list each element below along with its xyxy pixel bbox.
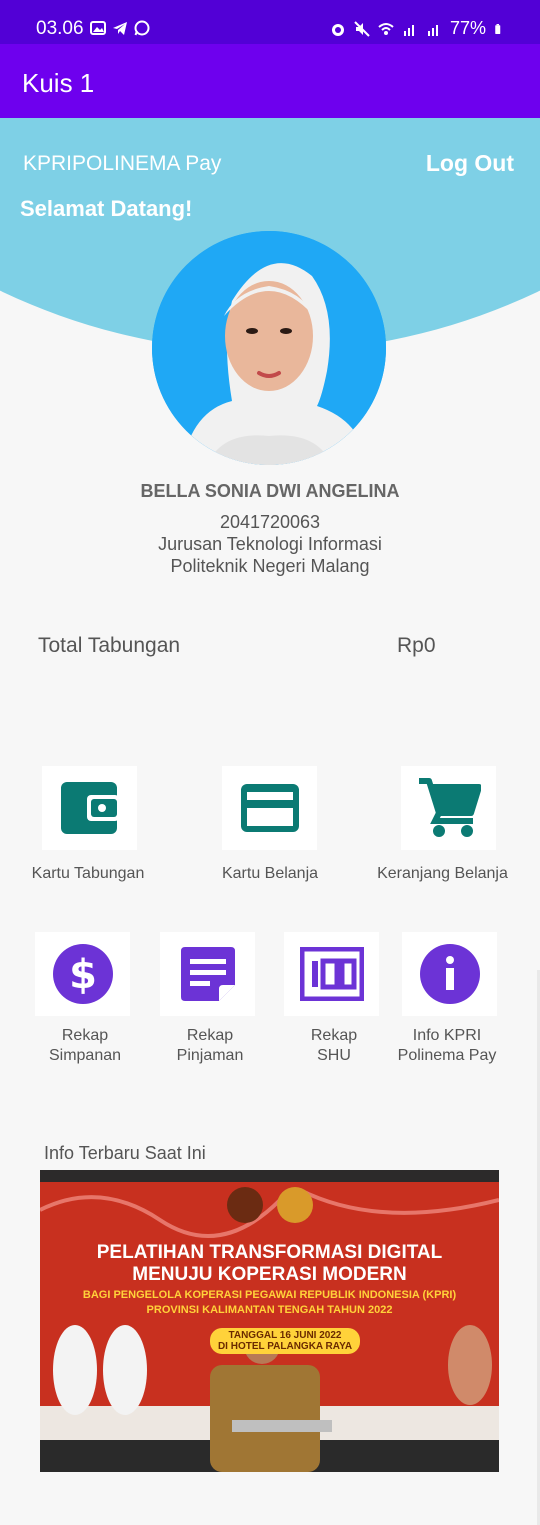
shopping-card-button[interactable] [222, 766, 317, 850]
total-savings-label: Total Tabungan [38, 634, 181, 657]
shopping-card-label: Kartu Belanja [221, 865, 319, 882]
banner-title-line1: PELATIHAN TRANSFORMASI DIGITAL [96, 1242, 443, 1263]
shu-recap-line2: SHU [317, 1047, 351, 1064]
app-bar: Kuis 1 [0, 44, 540, 118]
whatsapp-icon [134, 20, 150, 36]
shopping-cart-button[interactable] [401, 766, 496, 850]
brand-label: KPRIPOLINEMA Pay [23, 152, 222, 175]
banner-title-line2: MENUJU KOPERASI MODERN [132, 1264, 407, 1285]
shu-recap-line1: Rekap [310, 1027, 358, 1044]
savings-card-label: Kartu Tabungan [31, 865, 145, 882]
banner-venue: DI HOTEL PALANGKA RAYA [217, 1341, 353, 1352]
mute-icon [354, 20, 370, 37]
loan-recap-line2: Pinjaman [176, 1047, 244, 1064]
profile-university: Politeknik Negeri Malang [170, 556, 370, 576]
dollar-icon: $ [52, 944, 113, 1004]
gallery-icon [90, 21, 106, 35]
status-time: 03.06 [36, 18, 84, 39]
banner-background [40, 1170, 499, 1472]
savings-card-button[interactable] [42, 766, 137, 850]
banner-date: TANGGAL 16 JUNI 2022 [228, 1330, 342, 1341]
savings-recap-line1: Rekap [61, 1027, 109, 1044]
note-icon [180, 947, 235, 1001]
banner-subtitle-line1: BAGI PENGELOLA KOPERASI PEGAWAI REPUBLIK… [82, 1289, 457, 1301]
info-icon [419, 944, 480, 1004]
savings-recap-label: Rekap Simpanan [25, 1026, 145, 1066]
banner-date-badge: TANGGAL 16 JUNI 2022 DI HOTEL PALANGKA R… [210, 1328, 360, 1354]
banner-subtitle-line2: PROVINSI KALIMANTAN TENGAH TAHUN 2022 [146, 1304, 393, 1316]
avatar [152, 231, 386, 465]
info-kpri-label: Info KPRI Polinema Pay [387, 1026, 507, 1066]
loan-recap-label: Rekap Pinjaman [150, 1026, 270, 1066]
signal-icon [403, 24, 414, 36]
status-bar: 03.06 77% [0, 0, 540, 44]
banner-subtitle: BAGI PENGELOLA KOPERASI PEGAWAI REPUBLIK… [40, 1288, 499, 1318]
profile-name: BELLA SONIA DWI ANGELINA [140, 481, 400, 501]
banner-title: PELATIHAN TRANSFORMASI DIGITAL MENUJU KO… [40, 1242, 499, 1286]
shopping-cart-label: Keranjang Belanja [377, 865, 508, 882]
app-title: Kuis 1 [22, 68, 95, 98]
alarm-icon [331, 23, 344, 36]
telegram-icon [113, 22, 127, 35]
loan-recap-line1: Rekap [186, 1027, 234, 1044]
notification-icons [90, 20, 150, 36]
info-kpri-line1: Info KPRI [412, 1027, 482, 1044]
loan-recap-button[interactable] [160, 932, 255, 1016]
profile-department: Jurusan Teknologi Informasi [158, 534, 382, 554]
savings-recap-line2: Simpanan [48, 1047, 122, 1064]
battery-icon [495, 23, 501, 34]
news-banner[interactable]: PELATIHAN TRANSFORMASI DIGITAL MENUJU KO… [40, 1170, 499, 1472]
wallet-icon [60, 782, 119, 834]
hundred-icon [299, 947, 364, 1001]
wifi-icon [378, 22, 394, 35]
profile-photo [152, 231, 386, 465]
shopping-cart-icon [418, 778, 481, 837]
shu-recap-button[interactable] [284, 932, 379, 1016]
welcome-text: Selamat Datang! [20, 196, 193, 221]
battery-percent: 77% [449, 18, 486, 38]
shu-recap-label: Rekap SHU [274, 1026, 394, 1066]
info-kpri-button[interactable] [402, 932, 497, 1016]
info-section-title: Info Terbaru Saat Ini [44, 1143, 206, 1163]
svg-text:$: $ [69, 952, 97, 998]
signal-2-icon [427, 24, 438, 36]
logout-button[interactable]: Log Out [426, 150, 514, 177]
credit-card-icon [240, 784, 299, 832]
savings-recap-button[interactable]: $ [35, 932, 130, 1016]
info-kpri-line2: Polinema Pay [397, 1047, 497, 1064]
profile-nim: 2041720063 [219, 512, 321, 532]
system-icons: 77% [330, 18, 504, 39]
total-savings-value: Rp0 [397, 634, 436, 657]
